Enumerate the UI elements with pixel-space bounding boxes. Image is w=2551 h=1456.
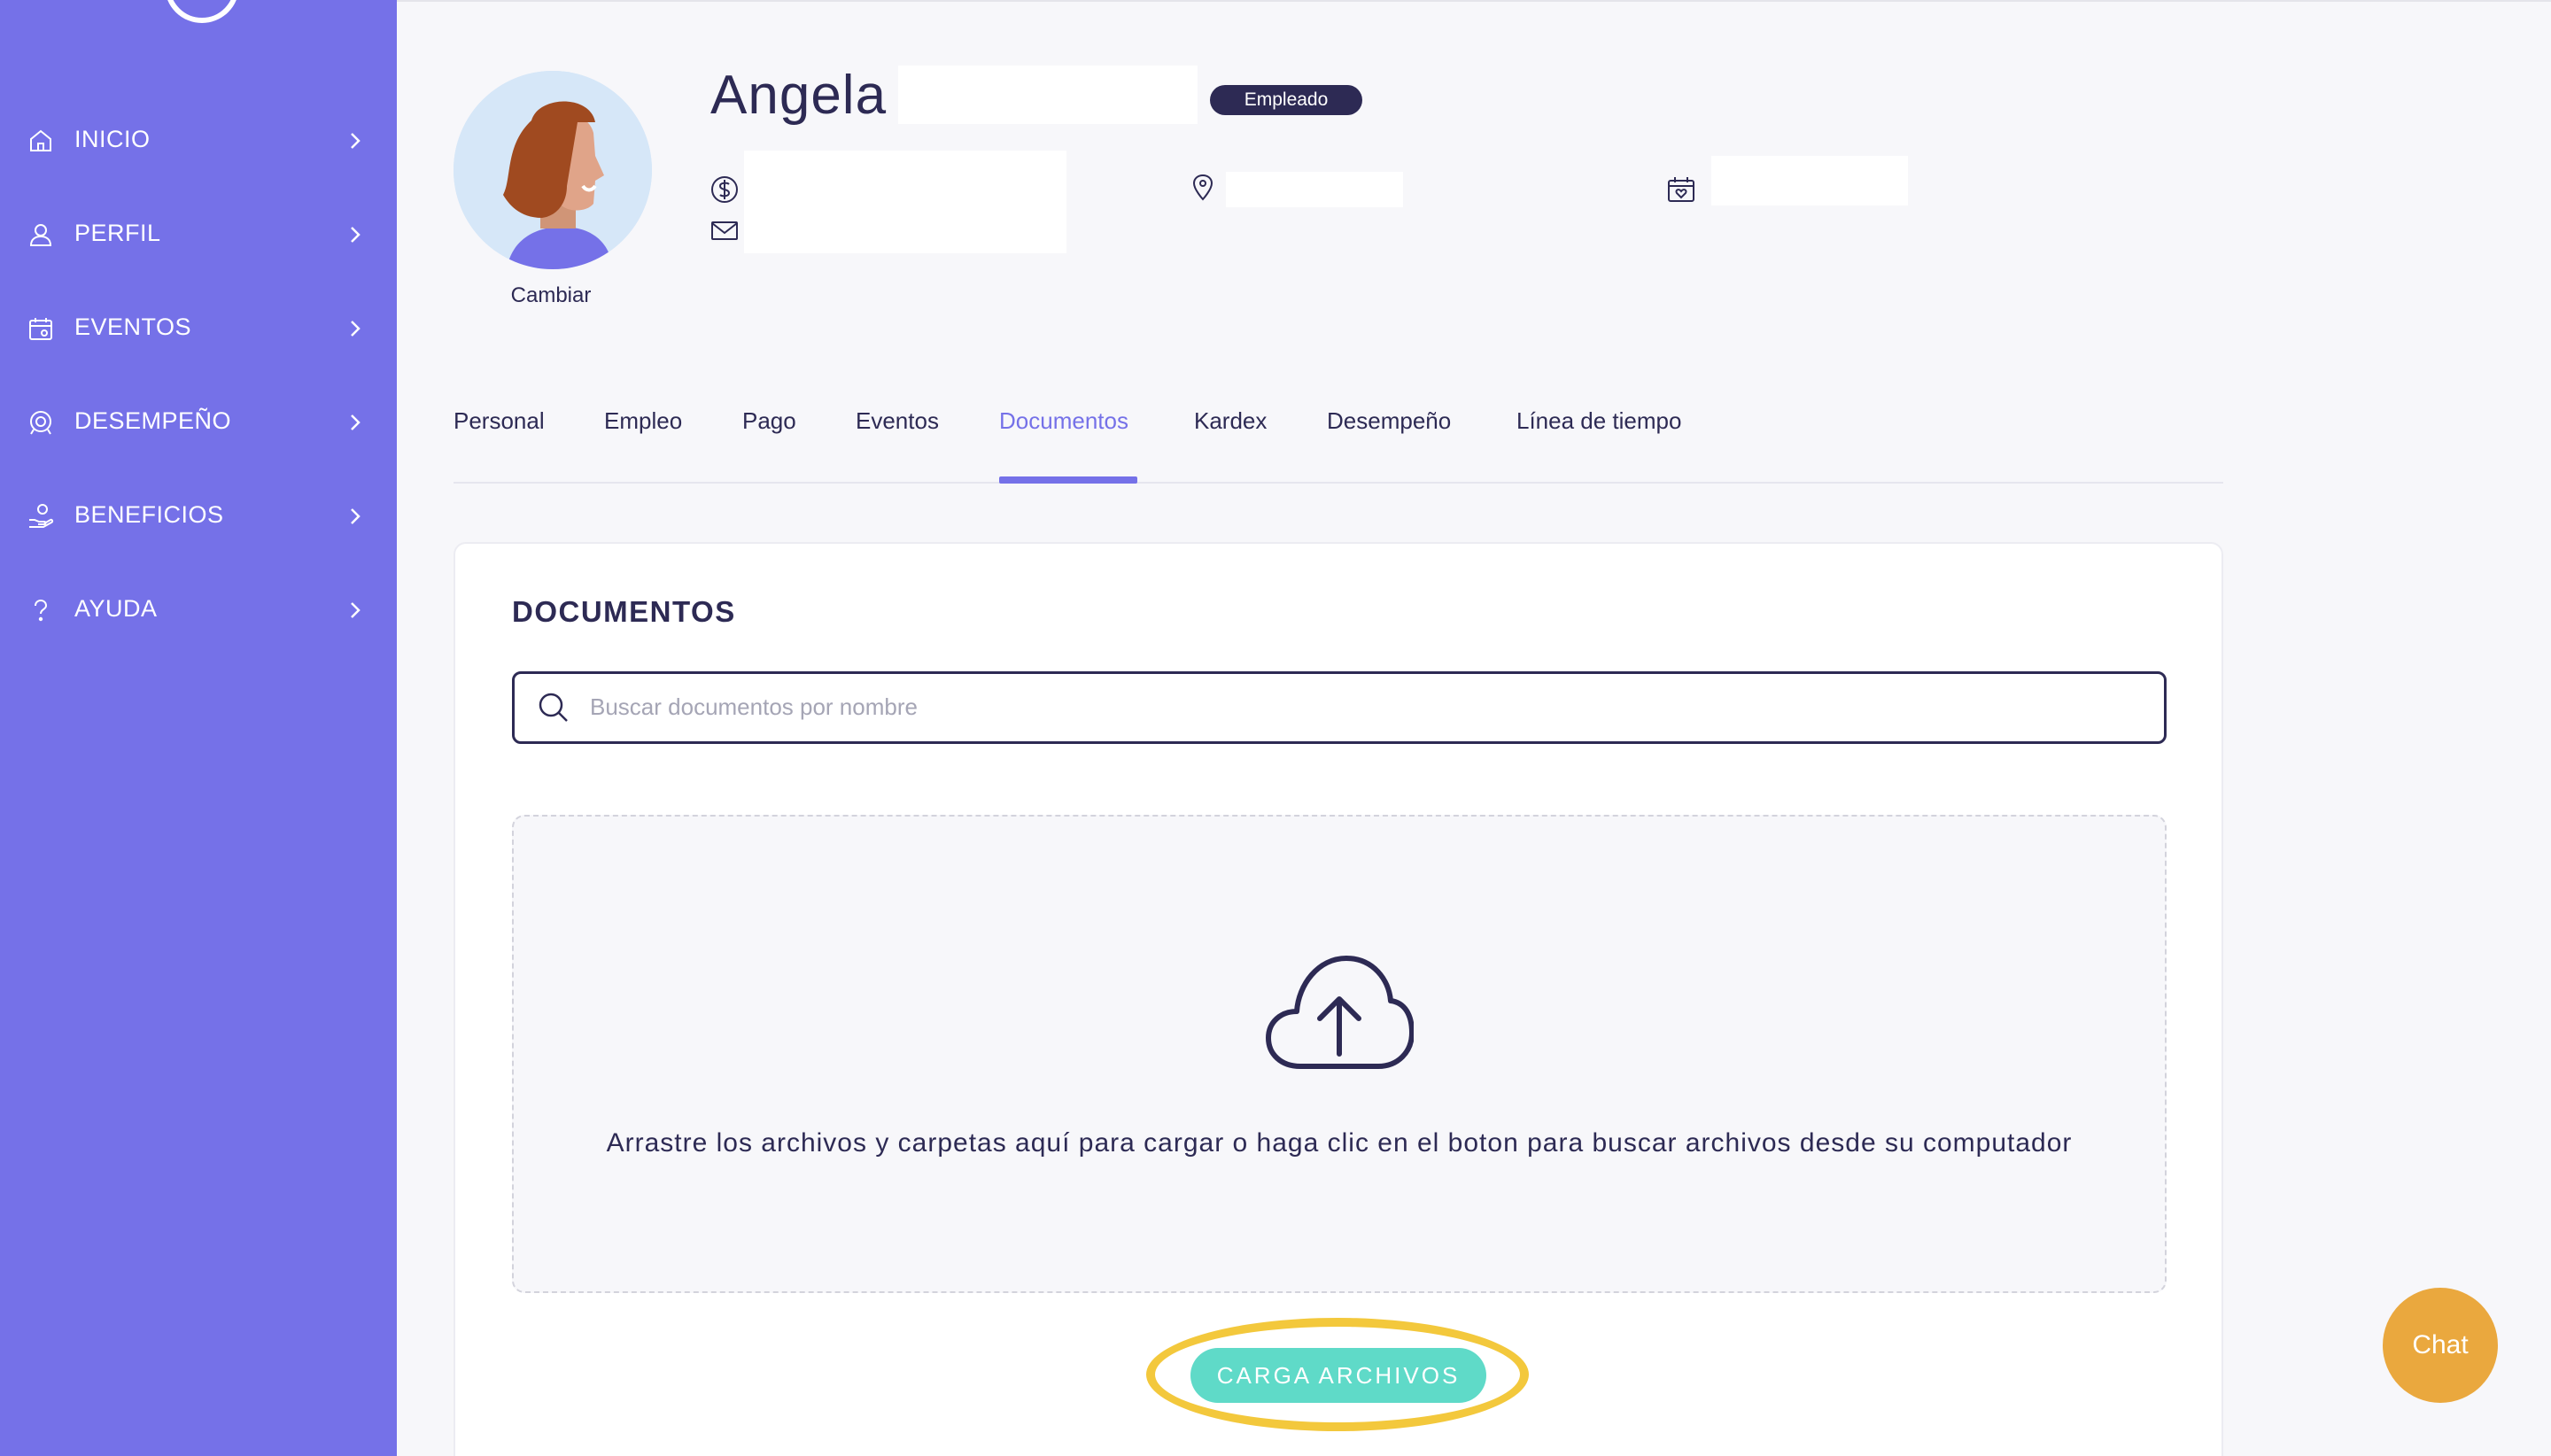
tab-empleo[interactable]: Empleo	[604, 407, 682, 435]
sidebar-item-desempeno[interactable]: DESEMPEÑO	[0, 387, 397, 458]
sidebar-item-label: DESEMPEÑO	[74, 407, 232, 434]
sidebar-item-perfil[interactable]: PERFIL	[0, 199, 397, 270]
tab-linea-de-tiempo[interactable]: Línea de tiempo	[1516, 407, 1681, 435]
sidebar-item-label: PERFIL	[74, 220, 161, 246]
help-icon	[27, 596, 55, 624]
chevron-right-icon	[345, 410, 365, 435]
tab-kardex[interactable]: Kardex	[1194, 407, 1267, 435]
dropzone-instructions: Arrastre los archivos y carpetas aquí pa…	[606, 1128, 2073, 1158]
active-tab-indicator	[999, 476, 1137, 484]
redacted-last-name	[898, 66, 1198, 124]
search-input[interactable]	[590, 682, 2131, 732]
home-icon	[27, 127, 55, 155]
logo[interactable]	[165, 0, 239, 23]
redacted-location	[1226, 172, 1403, 207]
card-title: DOCUMENTOS	[512, 595, 736, 628]
benefits-icon	[27, 502, 55, 531]
performance-icon	[27, 408, 55, 437]
location-pin-icon	[1187, 172, 1219, 204]
sidebar-item-label: BENEFICIOS	[74, 501, 224, 528]
chevron-right-icon	[345, 504, 365, 529]
redacted-date	[1711, 156, 1908, 205]
tab-personal[interactable]: Personal	[454, 407, 545, 435]
sidebar-item-label: AYUDA	[74, 595, 158, 622]
sidebar-item-inicio[interactable]: INICIO	[0, 105, 397, 176]
dollar-icon	[709, 174, 740, 205]
sidebar-item-label: EVENTOS	[74, 314, 192, 340]
mail-icon	[709, 214, 740, 246]
search-icon	[537, 691, 570, 724]
tab-desempeno[interactable]: Desempeño	[1327, 407, 1451, 435]
chat-button[interactable]: Chat	[2383, 1288, 2498, 1403]
chevron-right-icon	[345, 128, 365, 153]
chevron-right-icon	[345, 316, 365, 341]
tab-pago[interactable]: Pago	[742, 407, 796, 435]
sidebar-item-eventos[interactable]: EVENTOS	[0, 293, 397, 364]
upload-files-button[interactable]: CARGA ARCHIVOS	[1190, 1348, 1486, 1403]
calendar-heart-icon	[1665, 174, 1697, 205]
avatar	[454, 71, 652, 269]
calendar-icon	[27, 314, 55, 343]
cloud-upload-icon	[1265, 953, 1414, 1073]
redacted-contact-info	[744, 151, 1066, 253]
status-badge: Empleado	[1210, 85, 1362, 115]
sidebar: INICIO PERFIL EVENTOS DESEMPEÑO BENEFICI…	[0, 0, 397, 1456]
tab-eventos[interactable]: Eventos	[856, 407, 939, 435]
profile-name: Angela	[710, 65, 888, 126]
change-avatar-link[interactable]: Cambiar	[454, 283, 648, 308]
sidebar-item-beneficios[interactable]: BENEFICIOS	[0, 481, 397, 552]
user-icon	[27, 221, 55, 249]
chevron-right-icon	[345, 598, 365, 623]
tab-documentos[interactable]: Documentos	[999, 407, 1128, 435]
sidebar-item-label: INICIO	[74, 126, 151, 152]
tabs-divider	[454, 482, 2223, 484]
sidebar-item-ayuda[interactable]: AYUDA	[0, 575, 397, 646]
chevron-right-icon	[345, 222, 365, 247]
